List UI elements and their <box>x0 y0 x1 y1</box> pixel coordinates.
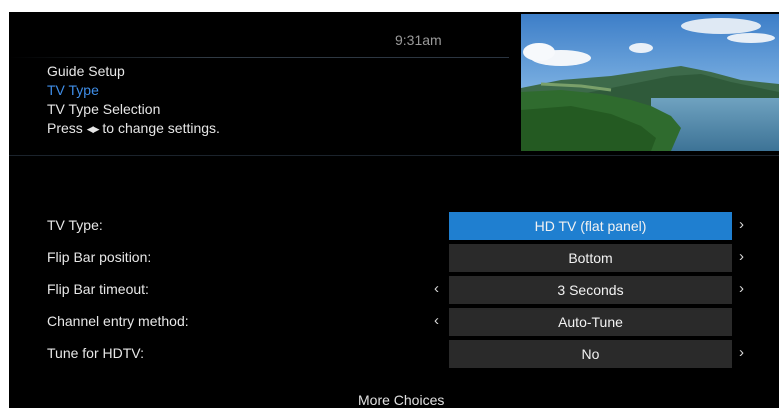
setting-label: Tune for HDTV: <box>47 345 144 361</box>
channel-entry-method-value[interactable]: Auto-Tune <box>449 308 732 336</box>
left-right-arrows-icon: ◀▶ <box>86 124 100 134</box>
chevron-left-icon[interactable]: ‹ <box>434 280 439 297</box>
flip-bar-position-value[interactable]: Bottom <box>449 244 732 272</box>
chevron-right-icon[interactable]: › <box>739 248 744 265</box>
setting-row-tune-for-hdtv[interactable]: Tune for HDTV: No › <box>9 340 779 368</box>
more-choices-button[interactable]: More Choices <box>358 392 444 408</box>
setting-label: Channel entry method: <box>47 313 189 329</box>
breadcrumb: Guide Setup TV Type TV Type Selection Pr… <box>47 62 220 139</box>
breadcrumb-item-tv-type: TV Type <box>47 82 99 98</box>
tv-guide-screen: 9:31am Guide Setup TV Type TV Type Selec… <box>9 12 779 408</box>
chevron-left-icon[interactable]: ‹ <box>434 312 439 329</box>
clock: 9:31am <box>395 32 442 48</box>
breadcrumb-item-tv-type-selection: TV Type Selection <box>47 101 161 117</box>
hint-suffix: to change settings. <box>102 120 220 136</box>
header-divider <box>9 57 509 58</box>
landscape-preview-image <box>521 14 779 151</box>
setting-row-flip-bar-timeout[interactable]: Flip Bar timeout: ‹ 3 Seconds › <box>9 276 779 304</box>
chevron-right-icon[interactable]: › <box>739 280 744 297</box>
setting-label: Flip Bar position: <box>47 249 152 265</box>
setting-row-channel-entry-method[interactable]: Channel entry method: ‹ Auto-Tune <box>9 308 779 336</box>
chevron-right-icon[interactable]: › <box>739 216 744 233</box>
setting-label: Flip Bar timeout: <box>47 281 149 297</box>
tune-for-hdtv-value[interactable]: No <box>449 340 732 368</box>
tv-type-value[interactable]: HD TV (flat panel) <box>449 212 732 240</box>
section-divider <box>9 155 779 156</box>
setting-row-flip-bar-position[interactable]: Flip Bar position: Bottom › <box>9 244 779 272</box>
flip-bar-timeout-value[interactable]: 3 Seconds <box>449 276 732 304</box>
breadcrumb-item-guide-setup: Guide Setup <box>47 63 125 79</box>
setting-label: TV Type: <box>47 217 103 233</box>
instruction-hint: Press ◀▶ to change settings. <box>47 119 220 139</box>
live-tv-preview <box>521 14 779 151</box>
hint-prefix: Press <box>47 120 83 136</box>
chevron-right-icon[interactable]: › <box>739 344 744 361</box>
setting-row-tv-type[interactable]: TV Type: HD TV (flat panel) › <box>9 212 779 240</box>
